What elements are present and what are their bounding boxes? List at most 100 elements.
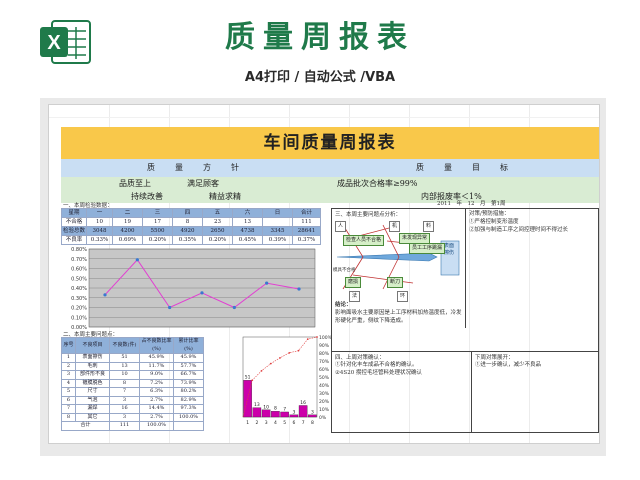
- bar-value-label: 8: [274, 406, 277, 412]
- pct-tick-label: 90%: [319, 343, 330, 349]
- table-cell: 6.3%: [139, 387, 174, 397]
- table-cell: 毛刺: [75, 361, 110, 371]
- pct-tick-label: 70%: [319, 359, 330, 365]
- divider: [331, 351, 599, 352]
- table-cell: 合计: [61, 421, 110, 431]
- data-point: [297, 287, 301, 291]
- pareto-chart: 100%90%80%70%60%50%40%30%20%10%0%5111321…: [242, 335, 333, 426]
- fish-spine: [336, 252, 438, 262]
- pct-tick-label: 80%: [319, 351, 330, 357]
- table-cell: 部件形不良: [75, 370, 110, 380]
- sheet-title: 车间质量周报表: [61, 127, 599, 159]
- date-line: 2011 年 12 月 第1周: [437, 201, 506, 207]
- measure-1: ①严格控制变形温度: [469, 219, 519, 225]
- table-cell: 11.7%: [139, 361, 174, 371]
- cell: 4920: [172, 226, 204, 236]
- cell: 0.20%: [142, 235, 174, 245]
- page-subtitle: A4打印 / 自动公式 /VBA: [244, 70, 396, 85]
- cell: 17: [142, 217, 174, 227]
- table-cell: 73.9%: [173, 378, 204, 388]
- table-header: 不良项目: [75, 337, 110, 354]
- table-row: 1 表面擦伤 51 45.9% 45.9%: [61, 353, 204, 363]
- cell: 19: [112, 217, 144, 227]
- data-point: [265, 281, 269, 285]
- y-tick-label: 0.10%: [71, 315, 87, 321]
- pct-tick-label: 50%: [319, 375, 330, 381]
- cell: 四: [172, 208, 204, 218]
- cell: 111: [292, 217, 322, 227]
- table-cell: 5: [61, 387, 76, 397]
- y-tick-label: 0.60%: [71, 267, 87, 273]
- category-label: 2: [255, 420, 258, 426]
- cell: 一: [86, 208, 114, 218]
- cell: 3345: [262, 226, 294, 236]
- y-tick-label: 0.80%: [71, 247, 87, 253]
- table-row: 2 毛刺 13 11.7% 57.7%: [61, 361, 204, 371]
- category-label: 6: [292, 420, 295, 426]
- divider: [465, 208, 466, 328]
- category-label: 4: [274, 420, 277, 426]
- table-row: 7 漏焊 16 14.4% 97.3%: [61, 404, 204, 414]
- bar-value-label: 51: [245, 375, 251, 381]
- table-cell: 45.9%: [173, 353, 204, 363]
- page-title: 质量周报表: [225, 20, 415, 55]
- bar: [271, 411, 280, 418]
- goal-1: 成品批次合格率≥99%: [337, 179, 418, 188]
- cell: 检验总数: [60, 226, 88, 236]
- cell: 10: [86, 217, 114, 227]
- table-cell: 80.2%: [173, 387, 204, 397]
- table-cell: 3: [61, 370, 76, 380]
- cell: 4738: [232, 226, 264, 236]
- cell: [262, 217, 294, 227]
- table-cell: 100.0%: [173, 412, 204, 422]
- table-row: 8 其它 3 2.7% 100.0%: [61, 412, 204, 422]
- conclusion-text: 影响面吸水主要原因是上工序材料加热温度低，冷发形硬化严重，侧纹下降造成。: [335, 310, 462, 324]
- bar-value-label: 16: [300, 400, 306, 406]
- cell: 合计: [292, 208, 322, 218]
- policy-1: 品质至上: [119, 179, 151, 188]
- table-cell: 2.7%: [139, 395, 174, 405]
- chip-cause-5: 磨损: [345, 277, 362, 288]
- chip-cause-4: 模具不合格: [333, 268, 356, 273]
- table-cell: [173, 421, 204, 431]
- y-tick-label: 0.50%: [71, 276, 87, 282]
- bar: [261, 409, 271, 418]
- category-label: 8: [311, 420, 314, 426]
- table-row: 5 尺寸 7 6.3% 80.2%: [61, 387, 204, 397]
- category-label: 5: [283, 420, 286, 426]
- table-cell: 13: [109, 361, 140, 371]
- table-cell: 表面擦伤: [75, 353, 110, 363]
- sec4-label: 四、上周对策确认：: [335, 355, 385, 361]
- chip-cause-3: 员工工序跳漏: [409, 243, 446, 254]
- sec5-item-1: ①进一步确认，减少不良品: [475, 362, 542, 368]
- chip-cause-6: 断刀: [387, 277, 404, 288]
- table-cell: 镀膜脱色: [75, 378, 110, 388]
- table-cell: 漏焊: [75, 404, 110, 414]
- cell: 不良率: [60, 235, 88, 245]
- pct-tick-label: 20%: [319, 399, 330, 405]
- conclusion-head: 结论：: [335, 302, 352, 308]
- cell: 8: [172, 217, 204, 227]
- cumulative-point: [251, 379, 254, 382]
- table-row: 3 部件形不良 10 9.0% 66.7%: [61, 370, 204, 380]
- table-header: 不良数(件): [109, 337, 140, 354]
- cell: 28641: [292, 226, 322, 236]
- table-cell: 3: [109, 412, 140, 422]
- table-cell: 7: [61, 404, 76, 414]
- policy-4: 精益求精: [209, 192, 241, 201]
- measure-head: 对策/预防措施：: [469, 211, 510, 217]
- sec4-item-1: ①针对化丰车成品不合格的确认。: [335, 362, 418, 368]
- table-cell: 4: [61, 378, 76, 388]
- data-point: [200, 291, 204, 295]
- category-label: 1: [246, 420, 249, 426]
- table-cell: 8: [61, 412, 76, 422]
- bar-value-label: 10: [263, 404, 269, 410]
- cell: 0.35%: [172, 235, 204, 245]
- bar-value-label: 7: [283, 406, 286, 412]
- table-cell: 6: [61, 395, 76, 405]
- chip-cause-2: 检查人员不合格: [343, 235, 385, 246]
- data-point: [232, 305, 236, 310]
- y-tick-label: 0.30%: [71, 296, 87, 302]
- pct-tick-label: 40%: [319, 383, 330, 389]
- cell: 13: [232, 217, 264, 227]
